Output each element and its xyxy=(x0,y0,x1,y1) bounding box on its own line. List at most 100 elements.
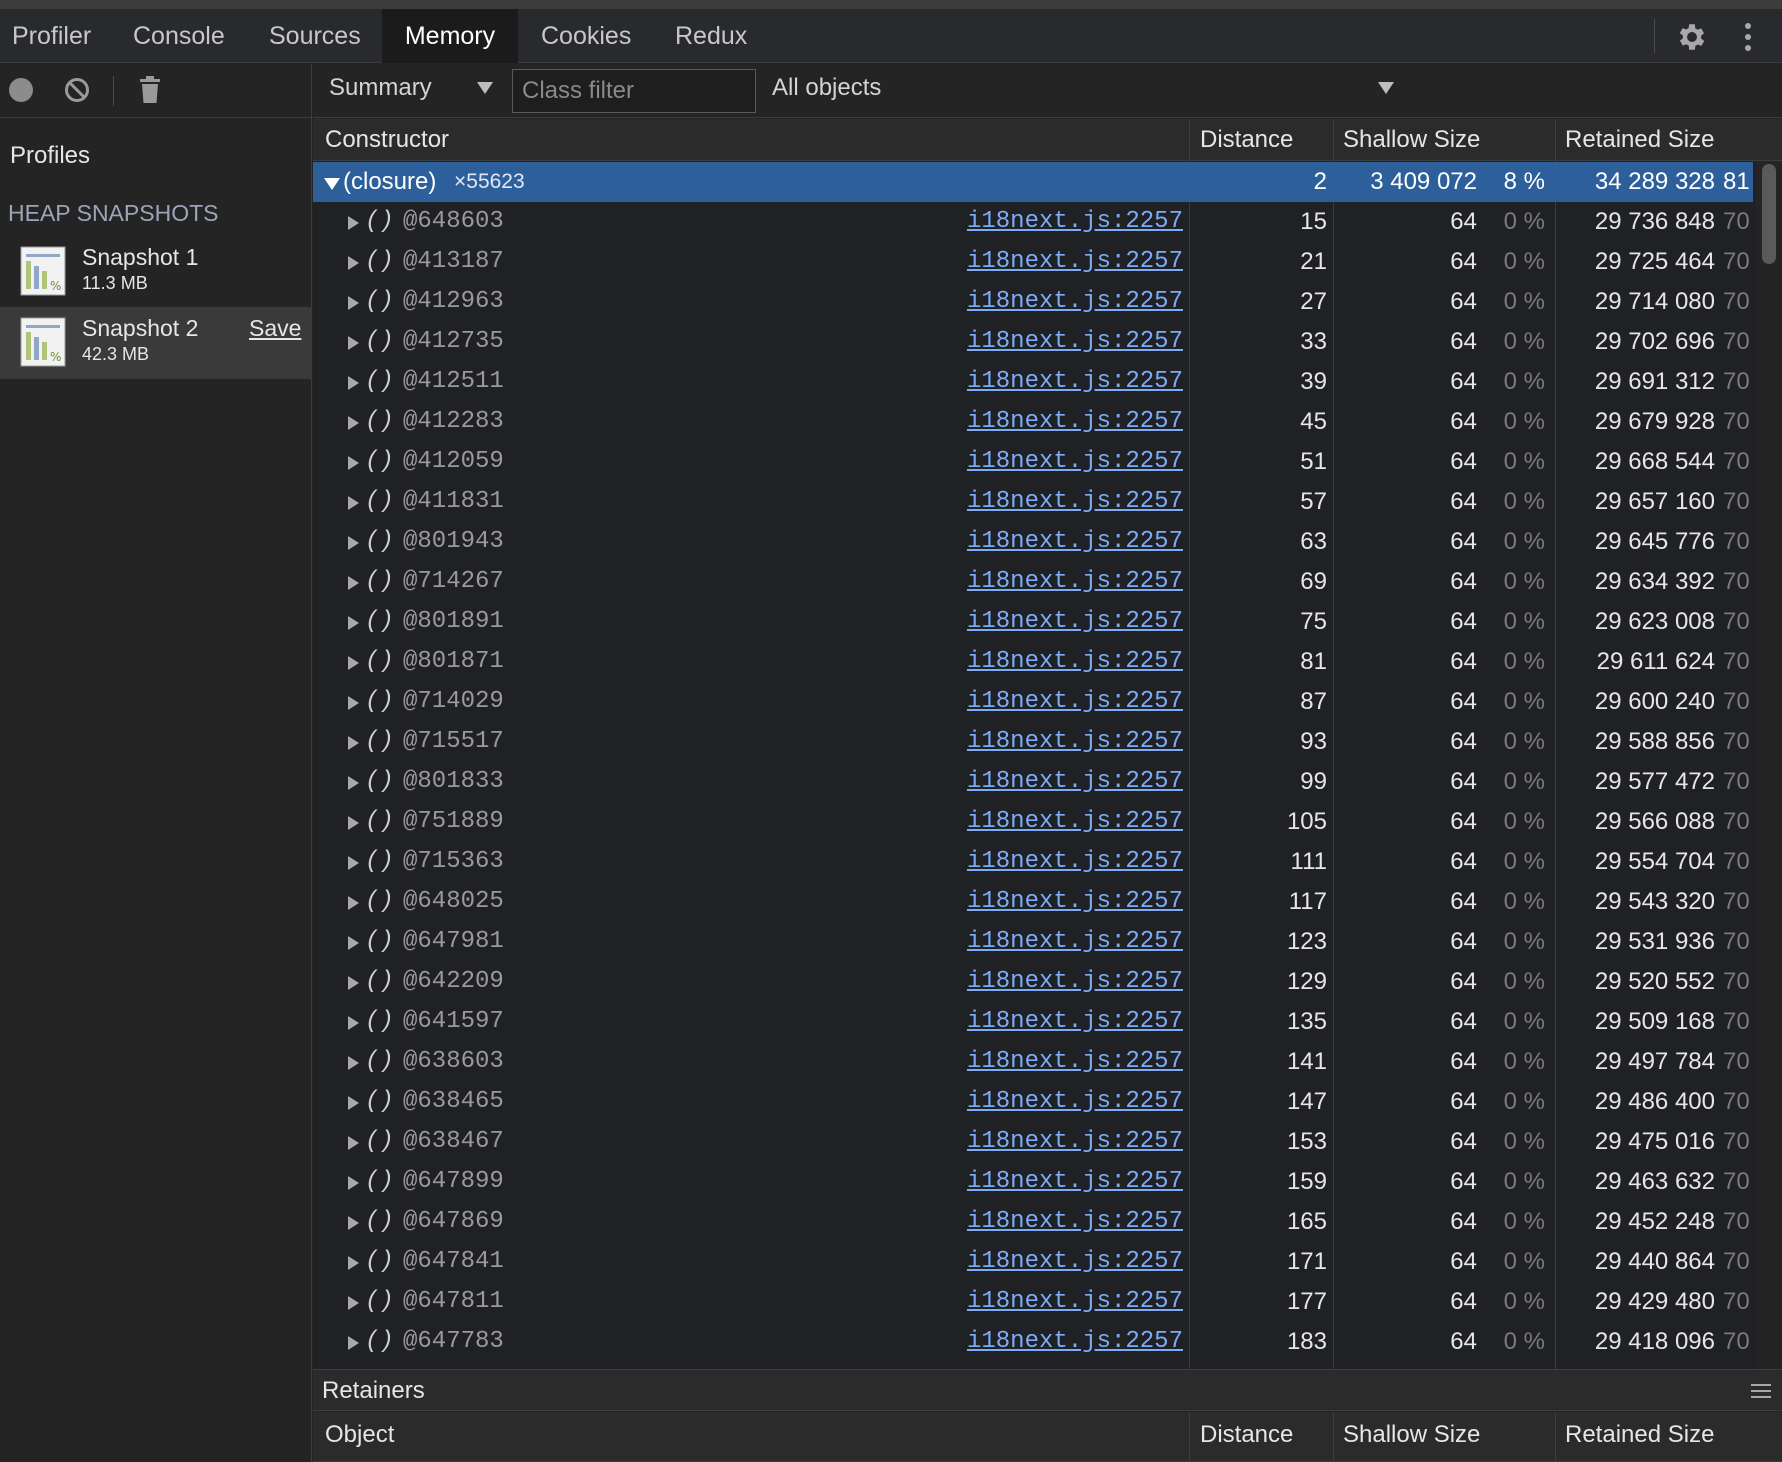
triangle-right-icon[interactable] xyxy=(348,1056,359,1070)
source-link[interactable]: i18next.js:2257 xyxy=(911,522,1183,562)
source-link[interactable]: i18next.js:2257 xyxy=(911,642,1183,682)
snapshot-item-1[interactable]: % Snapshot 1 11.3 MB xyxy=(0,236,312,308)
table-row[interactable]: () @411831 i18next.js:2257 57 64 0 % 29 657 16… xyxy=(313,482,1753,522)
triangle-right-icon[interactable] xyxy=(348,496,359,510)
trash-icon[interactable] xyxy=(138,75,162,105)
clear-icon[interactable] xyxy=(64,77,90,103)
source-link[interactable]: i18next.js:2257 xyxy=(911,562,1183,602)
tab-memory[interactable]: Memory xyxy=(382,9,518,63)
table-row[interactable]: () @714267 i18next.js:2257 69 64 0 % 29 634 39… xyxy=(313,562,1753,602)
triangle-right-icon[interactable] xyxy=(348,216,359,230)
triangle-right-icon[interactable] xyxy=(348,776,359,790)
source-link[interactable]: i18next.js:2257 xyxy=(911,282,1183,322)
tab-cookies[interactable]: Cookies xyxy=(529,9,643,63)
source-link[interactable]: i18next.js:2257 xyxy=(911,842,1183,882)
source-link[interactable]: i18next.js:2257 xyxy=(911,762,1183,802)
triangle-right-icon[interactable] xyxy=(348,1336,359,1350)
column-header-retained-size[interactable]: Retained Size xyxy=(1565,119,1714,161)
snapshot-item-2[interactable]: % Snapshot 2 42.3 MB Save xyxy=(0,307,312,379)
source-link[interactable]: i18next.js:2257 xyxy=(911,1202,1183,1242)
scrollbar-thumb[interactable] xyxy=(1762,164,1776,264)
source-link[interactable]: i18next.js:2257 xyxy=(911,242,1183,282)
source-link[interactable]: i18next.js:2257 xyxy=(911,1162,1183,1202)
tab-redux[interactable]: Redux xyxy=(663,9,759,63)
triangle-right-icon[interactable] xyxy=(348,376,359,390)
table-row[interactable]: () @714029 i18next.js:2257 87 64 0 % 29 600 24… xyxy=(313,682,1753,722)
table-row[interactable]: () @412963 i18next.js:2257 27 64 0 % 29 714 08… xyxy=(313,282,1753,322)
column-header-distance[interactable]: Distance xyxy=(1200,1412,1293,1454)
source-link[interactable]: i18next.js:2257 xyxy=(911,882,1183,922)
table-row[interactable]: () @648603 i18next.js:2257 15 64 0 % 29 736 84… xyxy=(313,202,1753,242)
source-link[interactable]: i18next.js:2257 xyxy=(911,1322,1183,1362)
triangle-right-icon[interactable] xyxy=(348,1296,359,1310)
table-row[interactable]: () @801943 i18next.js:2257 63 64 0 % 29 645 77… xyxy=(313,522,1753,562)
column-header-constructor[interactable]: Constructor xyxy=(325,119,449,161)
tab-profiler[interactable]: Profiler xyxy=(0,9,103,63)
source-link[interactable]: i18next.js:2257 xyxy=(911,922,1183,962)
source-link[interactable]: i18next.js:2257 xyxy=(911,1082,1183,1122)
triangle-right-icon[interactable] xyxy=(348,1016,359,1030)
objects-select[interactable]: All objects xyxy=(772,74,881,102)
triangle-right-icon[interactable] xyxy=(348,256,359,270)
view-select[interactable]: Summary xyxy=(329,74,432,102)
gear-icon[interactable] xyxy=(1675,20,1709,54)
save-snapshot-link[interactable]: Save xyxy=(249,315,301,342)
table-row[interactable]: () @413187 i18next.js:2257 21 64 0 % 29 725 46… xyxy=(313,242,1753,282)
table-row[interactable]: () @647869 i18next.js:2257 165 64 0 % 29 452 2… xyxy=(313,1202,1753,1242)
triangle-right-icon[interactable] xyxy=(348,456,359,470)
source-link[interactable]: i18next.js:2257 xyxy=(911,1042,1183,1082)
triangle-right-icon[interactable] xyxy=(348,1256,359,1270)
table-row[interactable]: () @412059 i18next.js:2257 51 64 0 % 29 668 54… xyxy=(313,442,1753,482)
table-row-group[interactable]: (closure) ×55623 2 3 409 072 8 % 34 289 … xyxy=(313,162,1753,202)
source-link[interactable]: i18next.js:2257 xyxy=(911,1002,1183,1042)
table-row[interactable]: () @638467 i18next.js:2257 153 64 0 % 29 475 0… xyxy=(313,1122,1753,1162)
triangle-right-icon[interactable] xyxy=(348,696,359,710)
triangle-right-icon[interactable] xyxy=(348,336,359,350)
triangle-right-icon[interactable] xyxy=(348,536,359,550)
source-link[interactable]: i18next.js:2257 xyxy=(911,962,1183,1002)
source-link[interactable]: i18next.js:2257 xyxy=(911,442,1183,482)
triangle-right-icon[interactable] xyxy=(348,1096,359,1110)
table-row[interactable]: () @638465 i18next.js:2257 147 64 0 % 29 486 4… xyxy=(313,1082,1753,1122)
table-row[interactable]: () @642209 i18next.js:2257 129 64 0 % 29 520 5… xyxy=(313,962,1753,1002)
source-link[interactable]: i18next.js:2257 xyxy=(911,362,1183,402)
column-header-distance[interactable]: Distance xyxy=(1200,119,1293,161)
triangle-right-icon[interactable] xyxy=(348,736,359,750)
table-row[interactable]: () @801833 i18next.js:2257 99 64 0 % 29 577 47… xyxy=(313,762,1753,802)
source-link[interactable]: i18next.js:2257 xyxy=(911,1242,1183,1282)
hamburger-icon[interactable] xyxy=(1751,1383,1771,1399)
triangle-right-icon[interactable] xyxy=(348,616,359,630)
table-row[interactable]: () @715517 i18next.js:2257 93 64 0 % 29 588 85… xyxy=(313,722,1753,762)
table-row[interactable]: () @412511 i18next.js:2257 39 64 0 % 29 691 31… xyxy=(313,362,1753,402)
triangle-right-icon[interactable] xyxy=(348,656,359,670)
triangle-right-icon[interactable] xyxy=(348,296,359,310)
source-link[interactable]: i18next.js:2257 xyxy=(911,602,1183,642)
triangle-right-icon[interactable] xyxy=(348,896,359,910)
table-row[interactable]: () @647783 i18next.js:2257 183 64 0 % 29 418 0… xyxy=(313,1322,1753,1362)
triangle-right-icon[interactable] xyxy=(348,416,359,430)
triangle-right-icon[interactable] xyxy=(348,576,359,590)
table-row[interactable]: () @412283 i18next.js:2257 45 64 0 % 29 679 92… xyxy=(313,402,1753,442)
source-link[interactable]: i18next.js:2257 xyxy=(911,722,1183,762)
class-filter-input[interactable] xyxy=(512,69,756,113)
triangle-right-icon[interactable] xyxy=(348,816,359,830)
tab-sources[interactable]: Sources xyxy=(257,9,373,63)
source-link[interactable]: i18next.js:2257 xyxy=(911,482,1183,522)
table-row[interactable]: () @647811 i18next.js:2257 177 64 0 % 29 429 4… xyxy=(313,1282,1753,1322)
triangle-right-icon[interactable] xyxy=(348,1216,359,1230)
source-link[interactable]: i18next.js:2257 xyxy=(911,402,1183,442)
table-row[interactable]: () @641597 i18next.js:2257 135 64 0 % 29 509 1… xyxy=(313,1002,1753,1042)
table-scrollbar[interactable] xyxy=(1756,161,1782,1369)
table-row[interactable]: () @715363 i18next.js:2257 111 64 0 % 29 554 7… xyxy=(313,842,1753,882)
table-row[interactable]: () @647981 i18next.js:2257 123 64 0 % 29 531 9… xyxy=(313,922,1753,962)
table-row[interactable]: () @751889 i18next.js:2257 105 64 0 % 29 566 0… xyxy=(313,802,1753,842)
column-header-shallow-size[interactable]: Shallow Size xyxy=(1343,119,1480,161)
tab-console[interactable]: Console xyxy=(121,9,237,63)
source-link[interactable]: i18next.js:2257 xyxy=(911,322,1183,362)
table-row[interactable]: () @801871 i18next.js:2257 81 64 0 % 29 611 62… xyxy=(313,642,1753,682)
triangle-right-icon[interactable] xyxy=(348,936,359,950)
record-icon[interactable] xyxy=(9,78,33,102)
source-link[interactable]: i18next.js:2257 xyxy=(911,802,1183,842)
triangle-right-icon[interactable] xyxy=(348,976,359,990)
table-row[interactable]: () @647841 i18next.js:2257 171 64 0 % 29 440 8… xyxy=(313,1242,1753,1282)
